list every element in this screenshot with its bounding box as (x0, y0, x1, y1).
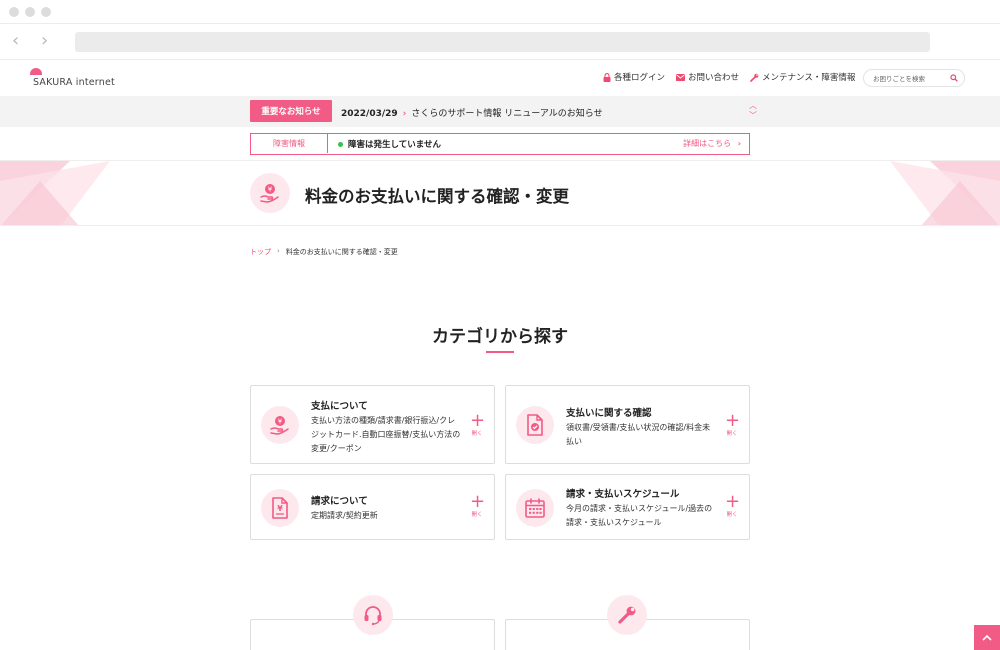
wrench-icon (750, 73, 759, 82)
card-expand-button[interactable]: + 開く (470, 410, 486, 438)
nav-maintenance-label: メンテナンス・障害情報 (762, 73, 856, 83)
chevron-down-icon[interactable]: ﹀ (748, 111, 758, 121)
section-title: カテゴリから探す (432, 327, 568, 347)
yen-hand-icon: ¥ (261, 406, 299, 444)
nav-contact[interactable]: お問い合わせ (676, 71, 739, 83)
fault-detail-link[interactable]: 詳細はこちら › (683, 138, 741, 149)
card-description: 支払い方法の種類/請求書/銀行振込/クレジットカード.自動口座振替/支払い方法の… (311, 416, 461, 453)
category-card-payment-confirmation[interactable]: 支払いに関する確認 領収書/受領書/支払い状況の確認/料金未払い + 開く (505, 385, 750, 464)
nav-login[interactable]: 各種ログイン (603, 71, 665, 83)
section-underline (486, 351, 514, 353)
svg-text:¥: ¥ (268, 186, 273, 194)
card-open-label: 開く (471, 431, 483, 437)
card-expand-button[interactable]: + 開く (725, 410, 741, 438)
fault-info-bar[interactable]: 障害情報 障害は発生していません 詳細はこちら › (250, 133, 750, 155)
plus-icon: + (470, 491, 486, 512)
plus-icon: + (470, 410, 486, 431)
card-open-label: 開く (471, 512, 483, 518)
fault-status-text: 障害は発生していません (348, 140, 441, 150)
yen-document-icon: ¥ (261, 489, 299, 527)
search-input[interactable] (873, 73, 951, 84)
chevron-up-icon (982, 634, 992, 641)
important-notice-bar: 重要なお知らせ 2022/03/29 › さくらのサポート情報 リニューアルのお知ら… (0, 96, 1000, 127)
logo[interactable]: SAKURA internet (30, 68, 115, 88)
yen-hand-icon: ¥ (250, 173, 290, 213)
breadcrumb: トップ › 料金のお支払いに関する確認・変更 (250, 247, 398, 257)
chevron-right-icon: › (737, 139, 741, 148)
plus-icon: + (725, 491, 741, 512)
category-card-billing[interactable]: ¥ 請求について 定期請求/契約更新 + 開く (250, 474, 495, 540)
browser-toolbar: ‹ › (0, 24, 1000, 60)
search-icon[interactable] (950, 74, 958, 82)
page-hero: ¥ 料金のお支払いに関する確認・変更 (0, 160, 1000, 226)
window-zoom-dot[interactable] (41, 7, 51, 17)
card-open-label: 開く (726, 431, 738, 437)
nav-login-label: 各種ログイン (614, 73, 666, 83)
notice-date: 2022/03/29 (341, 109, 398, 119)
nav-maintenance[interactable]: メンテナンス・障害情報 (750, 71, 855, 83)
breadcrumb-separator-icon: › (277, 247, 280, 255)
sakura-logo-icon (30, 68, 42, 75)
back-to-top-button[interactable] (974, 625, 1000, 650)
wrench-icon (607, 595, 647, 635)
browser-titlebar (0, 0, 1000, 24)
svg-text:¥: ¥ (277, 504, 283, 513)
breadcrumb-home[interactable]: トップ (250, 247, 271, 257)
nav-contact-label: お問い合わせ (688, 73, 740, 83)
notice-link[interactable]: 2022/03/29 › さくらのサポート情報 リニューアルのお知らせ (341, 106, 603, 119)
svg-text:¥: ¥ (278, 418, 283, 426)
notice-pager[interactable]: ︿ ﹀ (748, 101, 758, 121)
chevron-up-icon[interactable]: ︿ (748, 101, 758, 111)
card-expand-button[interactable]: + 開く (725, 491, 741, 519)
site-header: SAKURA internet 各種ログイン お問い合わせ メンテナンス・障害情… (0, 60, 1000, 96)
category-card-payment[interactable]: ¥ 支払について 支払い方法の種類/請求書/銀行振込/クレジットカード.自動口座… (250, 385, 495, 464)
breadcrumb-current: 料金のお支払いに関する確認・変更 (285, 248, 398, 256)
status-ok-dot (338, 141, 343, 147)
card-description: 定期請求/契約更新 (311, 511, 378, 520)
forward-icon[interactable]: › (41, 32, 48, 50)
notice-text: さくらのサポート情報 リニューアルのお知らせ (411, 109, 603, 119)
card-title: 支払について (311, 401, 368, 412)
card-expand-button[interactable]: + 開く (470, 491, 486, 519)
fault-tag: 障害情報 (251, 134, 328, 153)
card-title: 支払いに関する確認 (566, 408, 652, 419)
card-title: 請求について (311, 496, 368, 507)
fault-detail-label: 詳細はこちら (683, 139, 732, 148)
card-open-label: 開く (726, 512, 738, 518)
window-minimize-dot[interactable] (25, 7, 35, 17)
headset-icon (353, 595, 393, 635)
chevron-right-icon: › (402, 109, 407, 119)
notice-tag: 重要なお知らせ (250, 100, 332, 122)
card-description: 領収書/受領書/支払い状況の確認/料金未払い (566, 423, 711, 446)
mail-icon (676, 73, 685, 81)
card-title: 請求・支払いスケジュール (566, 489, 680, 500)
page-title: 料金のお支払いに関する確認・変更 (305, 187, 569, 206)
calendar-icon (516, 489, 554, 527)
category-card-schedule[interactable]: 請求・支払いスケジュール 今月の請求・支払いスケジュール/過去の請求・支払いスケ… (505, 474, 750, 540)
back-icon[interactable]: ‹ (12, 32, 19, 50)
hero-right-decoration (890, 161, 1000, 225)
card-description: 今月の請求・支払いスケジュール/過去の請求・支払いスケジュール (566, 504, 713, 527)
address-bar[interactable] (75, 32, 930, 52)
plus-icon: + (725, 410, 741, 431)
search-box (863, 69, 965, 87)
document-check-icon (516, 406, 554, 444)
fault-status: 障害は発生していません (338, 138, 441, 150)
logo-text: SAKURA internet (33, 77, 115, 88)
hero-left-decoration (0, 161, 110, 225)
lock-icon (603, 72, 611, 82)
window-close-dot[interactable] (9, 7, 19, 17)
